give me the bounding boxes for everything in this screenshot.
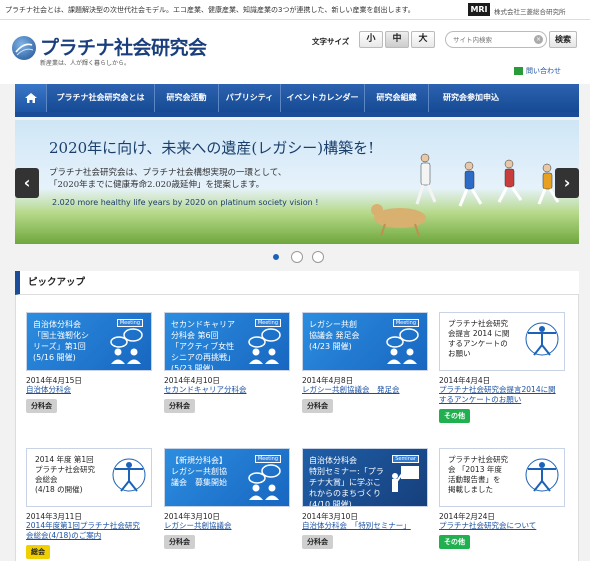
meeting-icon (248, 328, 281, 364)
mail-icon (514, 67, 523, 75)
logo-icon[interactable] (12, 36, 36, 60)
nav-publicity[interactable]: パブリシティ (219, 84, 281, 112)
hero-banner[interactable]: 2020年に向け、未来への遺産(レガシー)構築を! プラチナ社会研究会は、プラチ… (15, 120, 579, 244)
card-thumbnail[interactable]: セカンドキャリア 分科会 第6回 「アクティブ女性 シニアの再挑戦」 (5/23 開催)… (164, 312, 290, 371)
slide-dot-3[interactable] (312, 251, 324, 263)
card-thumbnail[interactable]: レガシー共創 協議会 発足会 (4/23 開催) Meeting (302, 312, 428, 371)
slide-indicator (270, 251, 324, 263)
category-badge[interactable]: 総会 (26, 545, 50, 559)
thumbnail-text: 2014 年度 第1回 プラチナ社会研究 会総会 (4/18 の開催) (35, 455, 95, 494)
hero-prev-arrow[interactable]: ‹ (15, 168, 39, 198)
card-link[interactable]: 自治体分科会 「特別セミナー」 (302, 521, 411, 531)
card-thumbnail[interactable]: 2014 年度 第1回 プラチナ社会研究 会総会 (4/18 の開催) (26, 448, 152, 507)
contact-link[interactable]: 問い合わせ (514, 66, 561, 76)
main-nav: プラチナ社会研究会とは 研究会活動 パブリシティ イベントカレンダー 研究会組織… (15, 84, 579, 112)
category-badge[interactable]: 分科会 (302, 535, 333, 549)
search-box: × (445, 31, 547, 48)
category-badge[interactable]: 分科会 (164, 399, 195, 413)
card-link[interactable]: プラチナ社会研究会について (439, 521, 536, 531)
nav-activities[interactable]: 研究会活動 (155, 84, 219, 112)
thumbnail-text: プラチナ社会研究 会提言 2014 に関 するアンケートの お願い (448, 319, 510, 358)
category-badge[interactable]: 分科会 (26, 399, 57, 413)
meeting-icon (248, 464, 281, 500)
card-thumbnail[interactable]: 自治体分科会 「国土強靭化シ リーズ」第1回 (5/16 開催) Meeting (26, 312, 152, 371)
thumbnail-text: 【新規分科会】 レガシー共創協 議会 募集開始 (171, 456, 227, 487)
hero-runners-illustration (371, 153, 560, 237)
pickup-title: ピックアップ (15, 271, 579, 295)
nav-event-calendar[interactable]: イベントカレンダー (281, 84, 365, 112)
nav-organization[interactable]: 研究会組織 (365, 84, 429, 112)
site-logo[interactable]: プラチナ社会研究会 (40, 33, 207, 60)
mri-logo[interactable]: MRI (468, 3, 490, 16)
nav-underline (15, 112, 579, 117)
thumbnail-text: プラチナ社会研究会 「2013 年度 活動報告書」を 掲載しました (448, 455, 508, 494)
thumbnail-text: レガシー共創 協議会 発足会 (4/23 開催) (309, 320, 360, 351)
clear-icon[interactable]: × (534, 35, 543, 44)
card-link[interactable]: 2014年度第1回プラチナ社会研究 会総会(4/18)のご案内 (26, 521, 140, 541)
card-thumbnail[interactable]: プラチナ社会研究 会提言 2014 に関 するアンケートの お願い (439, 312, 565, 371)
nav-about[interactable]: プラチナ社会研究会とは (47, 84, 155, 112)
thumbnail-tag: Seminar (392, 455, 419, 463)
category-badge[interactable]: その他 (439, 535, 470, 549)
search-button[interactable]: 検索 (549, 31, 577, 48)
top-bar: プラチナ社会とは、課題解決型の次世代社会モデル。エコ産業、健康産業、知識産業の3… (0, 0, 590, 20)
search-input[interactable] (453, 32, 537, 47)
font-size-large-button[interactable]: 大 (411, 31, 435, 48)
home-icon (24, 92, 37, 103)
thumbnail-text: 自治体分科会 「国土強靭化シ リーズ」第1回 (5/16 開催) (33, 320, 89, 362)
thumbnail-text: 自治体分科会 特別セミナー:「プラ チナ大賞」に学ぶこ れからのまちづくり (4/10 … (309, 456, 384, 507)
card-link[interactable]: レガシー共創協議会 発足会 (302, 385, 400, 395)
vitruvian-icon (525, 322, 559, 356)
card-thumbnail[interactable]: 【新規分科会】 レガシー共創協 議会 募集開始 Meeting (164, 448, 290, 507)
card-link[interactable]: レガシー共創協議会 (164, 521, 232, 531)
font-size-small-button[interactable]: 小 (359, 31, 383, 48)
font-size-medium-button[interactable]: 中 (385, 31, 409, 48)
thumbnail-tag: Meeting (254, 319, 281, 327)
slide-dot-2[interactable] (291, 251, 303, 263)
seminar-icon (392, 466, 419, 492)
card-thumbnail[interactable]: プラチナ社会研究会 「2013 年度 活動報告書」を 掲載しました (439, 448, 565, 507)
meeting-icon (386, 328, 419, 364)
logo-subtitle: 新産業は、人が輝く暮らしから。 (40, 60, 131, 67)
thumbnail-tag: Meeting (254, 455, 281, 463)
card-link[interactable]: 自治体分科会 (26, 385, 71, 395)
nav-home[interactable] (15, 84, 47, 112)
thumbnail-text: セカンドキャリア 分科会 第6回 「アクティブ女性 シニアの再挑戦」 (5/23 開催) (171, 320, 235, 371)
site-header: プラチナ社会研究会 新産業は、人が輝く暮らしから。 文字サイズ 小 中 大 × … (0, 20, 590, 84)
card-link[interactable]: セカンドキャリア分科会 (164, 385, 247, 395)
meeting-icon (110, 328, 143, 364)
thumbnail-tag: Meeting (116, 319, 143, 327)
contact-label: 問い合わせ (526, 67, 561, 75)
tagline: プラチナ社会とは、課題解決型の次世代社会モデル。エコ産業、健康産業、知識産業の3… (5, 6, 415, 14)
thumbnail-tag: Meeting (392, 319, 419, 327)
hero-next-arrow[interactable]: › (555, 168, 579, 198)
category-badge[interactable]: 分科会 (302, 399, 333, 413)
card-thumbnail[interactable]: 自治体分科会 特別セミナー:「プラ チナ大賞」に学ぶこ れからのまちづくり (4/10 … (302, 448, 428, 507)
card-link[interactable]: プラチナ社会研究会提言2014に関 するアンケートのお願い (439, 385, 556, 405)
vitruvian-icon (525, 458, 559, 492)
category-badge[interactable]: その他 (439, 409, 470, 423)
company-name: 株式会社三菱総合研究所 (494, 8, 566, 16)
slide-dot-1[interactable] (273, 254, 279, 260)
nav-apply[interactable]: 研究会参加申込 (429, 84, 513, 112)
category-badge[interactable]: 分科会 (164, 535, 195, 549)
vitruvian-icon (112, 458, 146, 492)
font-size-label: 文字サイズ (312, 37, 350, 46)
